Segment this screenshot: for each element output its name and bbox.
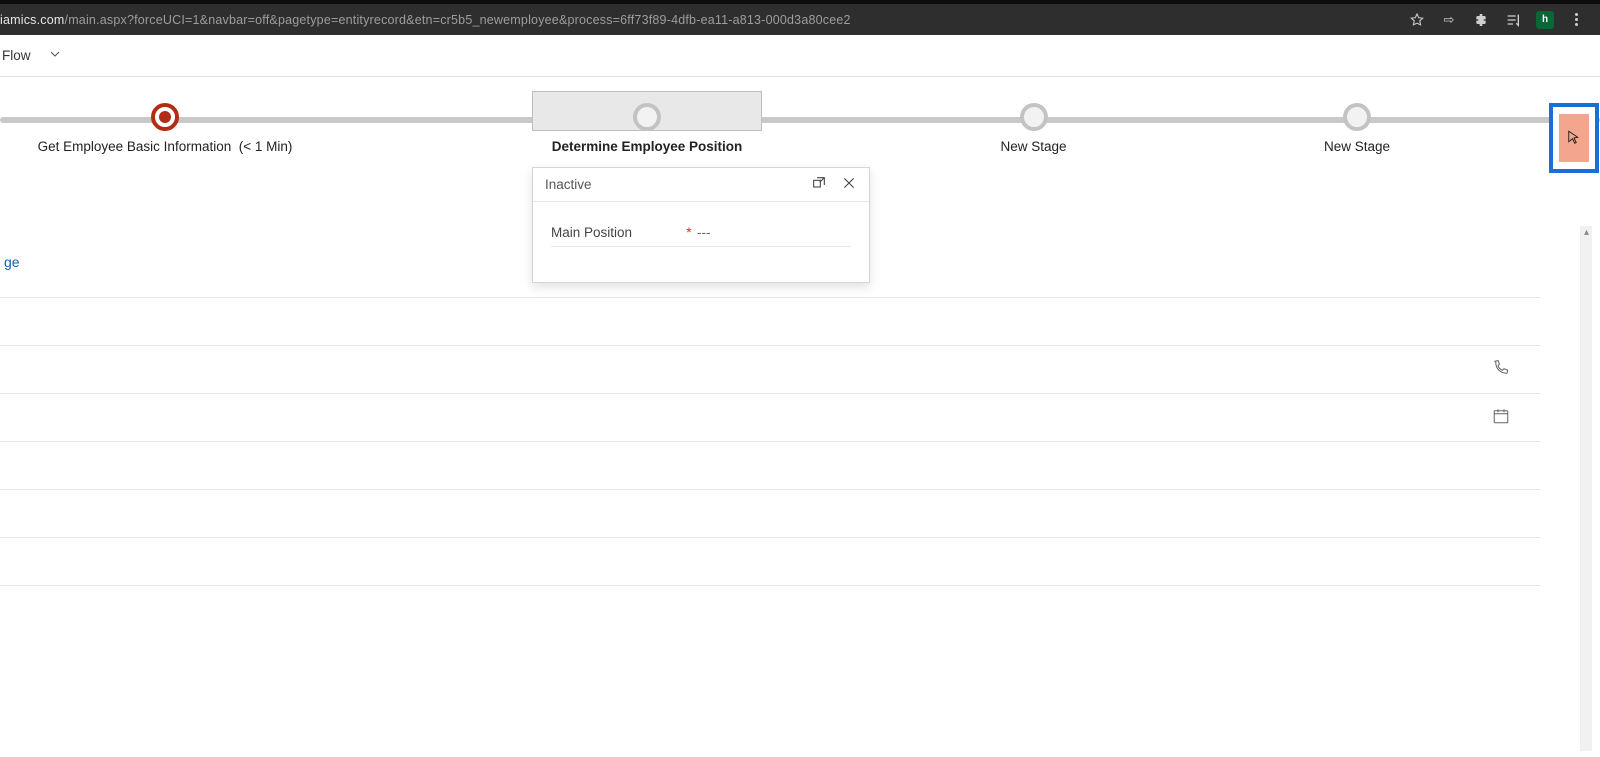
profile-avatar[interactable]: h [1536,11,1554,29]
browser-menu-kebab-icon[interactable] [1568,11,1586,29]
chevron-down-icon [47,46,63,65]
extensions-icon[interactable] [1472,11,1490,29]
flow-dropdown[interactable]: Flow [0,35,1600,77]
browser-toolbar-icons: ⇨ h [1408,11,1600,29]
bpf-stage-4-label: New Stage [1232,139,1482,154]
flyout-close-icon[interactable] [841,175,857,194]
flyout-field-main-position[interactable]: Main Position * --- [551,224,851,247]
form-row-phone[interactable] [0,346,1540,394]
bpf-stage-flyout: Inactive Main Position * --- [532,167,870,283]
bpf-stage-1-label: Get Employee Basic Information (< 1 Min) [0,139,330,154]
bpf-stage-3[interactable]: New Stage [916,77,1151,131]
reading-list-icon[interactable] [1504,11,1522,29]
bpf-stage-2-label: Determine Employee Position [532,139,762,154]
field-value: --- [697,225,711,240]
form-row-blank-5[interactable] [0,538,1540,586]
vertical-scrollbar-rail: ▴ [1540,226,1600,757]
bpf-stage-2-circle-icon [633,103,661,131]
browser-address-bar: iamics.com/main.aspx?forceUCI=1&navbar=o… [0,4,1600,35]
bpf-stage-track: Get Employee Basic Information (< 1 Min)… [0,77,1600,167]
share-icon[interactable]: ⇨ [1440,11,1458,29]
bpf-stage-4[interactable]: New Stage [1232,77,1482,131]
bpf-next-stage-button[interactable] [1549,103,1599,173]
required-asterisk-icon: * [681,224,697,240]
bookmark-star-icon[interactable] [1408,11,1426,29]
field-label: Main Position [551,225,681,240]
form-row-date[interactable] [0,394,1540,442]
flyout-dock-icon[interactable] [811,175,827,194]
form-row-blank-4[interactable] [0,490,1540,538]
url-display[interactable]: iamics.com/main.aspx?forceUCI=1&navbar=o… [0,13,851,27]
bpf-stage-2[interactable]: Determine Employee Position [532,77,762,131]
record-form-area: ge [0,226,1540,757]
bpf-stage-3-circle-icon [1020,103,1048,131]
cursor-arrow-icon [1565,128,1583,148]
vertical-scrollbar[interactable]: ▴ [1580,226,1592,751]
bpf-stage-3-label: New Stage [916,139,1151,154]
form-row-blank-3[interactable] [0,442,1540,490]
calendar-icon[interactable] [1492,407,1510,429]
phone-icon[interactable] [1492,359,1510,381]
bpf-stage-1[interactable]: Get Employee Basic Information (< 1 Min) [0,77,330,131]
form-row-link[interactable]: ge [4,254,20,270]
scroll-up-arrow-icon[interactable]: ▴ [1581,226,1592,240]
bpf-next-stage-highlight [1559,114,1589,162]
form-row-blank-6[interactable] [0,586,1540,634]
form-row-blank-2[interactable] [0,298,1540,346]
bpf-stage-4-circle-icon [1343,103,1371,131]
flyout-status-label: Inactive [545,177,592,192]
bpf-stage-1-circle-icon [151,103,179,131]
